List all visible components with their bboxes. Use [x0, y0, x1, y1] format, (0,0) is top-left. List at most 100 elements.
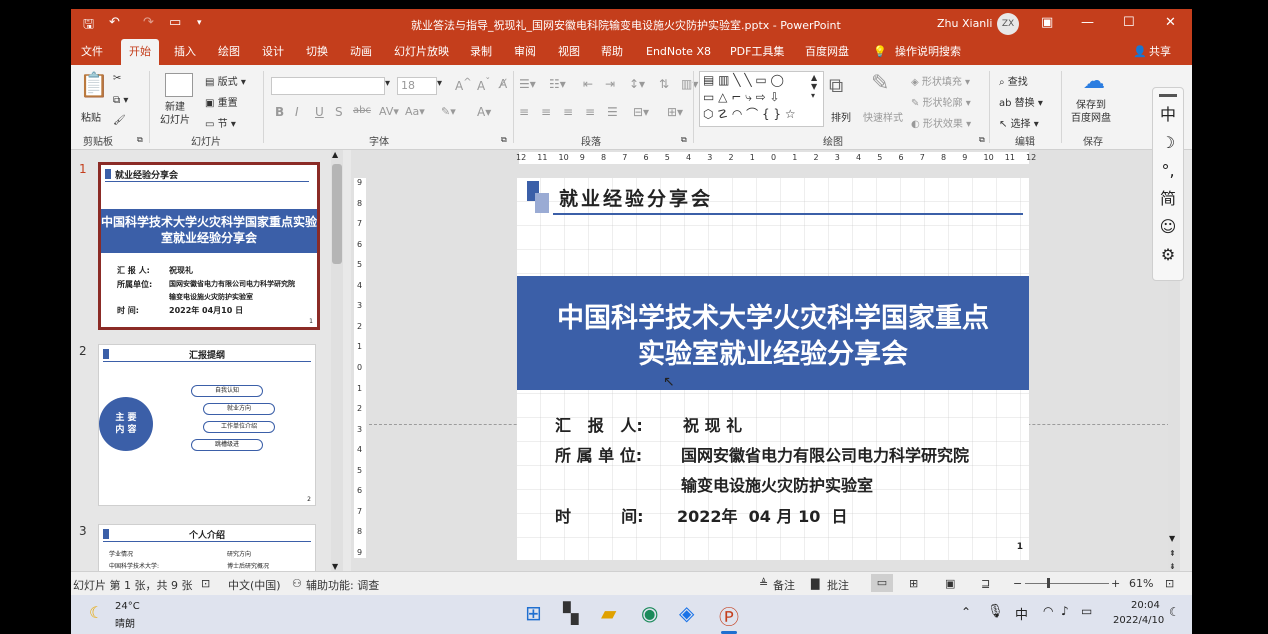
bullets-icon[interactable]: ☰▾: [519, 77, 536, 91]
increase-indent-icon[interactable]: ⇥: [605, 77, 615, 91]
layout-button[interactable]: ▤ 版式 ▾: [205, 73, 246, 88]
font-size-select[interactable]: 18: [397, 77, 437, 95]
dialog-launcher-icon[interactable]: ⧉: [681, 135, 687, 145]
minimize-icon[interactable]: —: [1081, 15, 1094, 30]
row-value-date[interactable]: 2022年 04 月 10 日: [677, 503, 848, 527]
chevron-down-icon[interactable]: ▾: [385, 78, 390, 89]
chevron-up-icon[interactable]: ⌃: [961, 605, 971, 619]
battery-icon[interactable]: ▭: [1081, 604, 1092, 618]
shapes-gallery[interactable]: ▤ ▥ ╲ ╲ ▭ ◯ ▭ △ ⌐ ⤷ ⇨ ⇩ ⬡ ☡ ◠ ⌒ { } ☆: [699, 71, 824, 127]
decrease-font-icon[interactable]: Aˇ: [477, 77, 490, 93]
temperature[interactable]: 24°C: [115, 601, 140, 612]
microphone-icon[interactable]: 🎙: [987, 604, 1004, 619]
slide-sorter-icon[interactable]: ⊞: [909, 577, 918, 590]
align-center-icon[interactable]: ≡: [541, 105, 551, 119]
tab-help[interactable]: 帮助: [601, 39, 623, 65]
dialog-launcher-icon[interactable]: ⧉: [979, 135, 985, 145]
tell-me-search[interactable]: 操作说明搜索: [895, 39, 961, 65]
notes-icon[interactable]: ≜: [759, 577, 768, 590]
start-icon[interactable]: ⊞: [525, 601, 542, 625]
moon-icon[interactable]: ☽: [1153, 129, 1183, 157]
find-button[interactable]: ⌕ 查找: [999, 73, 1028, 88]
notifications-icon[interactable]: ☾: [1169, 605, 1180, 619]
slide-header[interactable]: 就业经验分享会: [559, 184, 713, 211]
comments-icon[interactable]: ▇: [811, 577, 819, 590]
slideshow-icon[interactable]: ⊒: [981, 577, 990, 590]
copy-icon[interactable]: ⧉ ▾: [113, 95, 128, 106]
baidu-netdisk-icon[interactable]: ◈: [679, 601, 694, 625]
save-icon[interactable]: 🖫: [83, 15, 94, 37]
columns-icon[interactable]: ▥▾: [681, 77, 698, 91]
powerpoint-icon[interactable]: Ⓟ: [719, 601, 739, 630]
increase-font-icon[interactable]: A^: [455, 77, 472, 93]
row-label-organization[interactable]: 所 属 单 位:: [555, 442, 642, 466]
arrange-button[interactable]: 排列: [831, 109, 851, 124]
wifi-icon[interactable]: ◠: [1043, 604, 1053, 618]
weather-condition[interactable]: 晴朗: [115, 615, 135, 630]
avatar[interactable]: ZX: [997, 13, 1019, 35]
thumbnails-scrollbar[interactable]: ▲ ▼: [331, 150, 343, 571]
task-view-icon[interactable]: ▚: [563, 601, 578, 625]
shape-fill-button[interactable]: ◈ 形状填充 ▾: [911, 73, 970, 88]
paste-button[interactable]: 粘贴: [81, 109, 101, 124]
notes-button[interactable]: 备注: [773, 577, 795, 593]
zoom-in-icon[interactable]: +: [1111, 577, 1120, 590]
title-banner[interactable]: 中国科学技术大学火灾科学国家重点 实验室就业经验分享会: [517, 276, 1029, 390]
shape-effects-button[interactable]: ◐ 形状效果 ▾: [911, 115, 971, 130]
settings-icon[interactable]: ⚙: [1153, 241, 1183, 269]
align-left-icon[interactable]: ≡: [519, 105, 529, 119]
tab-animations[interactable]: 动画: [350, 39, 372, 65]
tab-transitions[interactable]: 切换: [306, 39, 328, 65]
dialog-launcher-icon[interactable]: ⧉: [501, 135, 507, 145]
section-button[interactable]: ▭ 节 ▾: [205, 115, 236, 130]
font-name-select[interactable]: [271, 77, 385, 95]
emoji-icon[interactable]: ☺: [1153, 213, 1183, 241]
slide-canvas[interactable]: 就业经验分享会 中国科学技术大学火灾科学国家重点 实验室就业经验分享会 ↖ 汇 …: [517, 178, 1029, 560]
slide-count[interactable]: 幻灯片 第 1 张，共 9 张: [73, 577, 192, 593]
scrollbar-thumb[interactable]: [332, 164, 342, 264]
tab-file[interactable]: 文件: [81, 39, 103, 65]
redo-icon[interactable]: ↷: [143, 15, 154, 30]
smartart-icon[interactable]: ⊞▾: [667, 105, 683, 119]
spell-check-icon[interactable]: ⊡: [201, 577, 210, 590]
horizontal-ruler[interactable]: 12 11 10 9 8 7 6 5 4 3 2 1 0 1 2 3 4 5 6 7 8 9 10 11 12: [516, 152, 1036, 164]
share-icon[interactable]: 👤: [1133, 39, 1147, 65]
fit-to-window-icon[interactable]: ⊡: [1165, 577, 1174, 590]
ime-chinese-mode[interactable]: 中: [1153, 101, 1183, 129]
tab-insert[interactable]: 插入: [174, 39, 196, 65]
weather-icon[interactable]: ☾: [89, 603, 103, 622]
zoom-slider-handle[interactable]: [1047, 578, 1050, 588]
vertical-ruler[interactable]: 9 8 7 6 5 4 3 2 1 0 1 2 3 4 5 6 7 8 9: [354, 178, 366, 558]
scroll-down-icon[interactable]: ▼: [1169, 534, 1175, 543]
shape-outline-button[interactable]: ✎ 形状轮廓 ▾: [911, 94, 971, 109]
tab-record[interactable]: 录制: [470, 39, 492, 65]
align-text-icon[interactable]: ⊟▾: [633, 105, 649, 119]
next-slide-icon[interactable]: ⇟: [1169, 562, 1176, 571]
normal-view-icon[interactable]: ▭: [871, 574, 893, 592]
zoom-out-icon[interactable]: −: [1013, 577, 1022, 590]
tab-slideshow[interactable]: 幻灯片放映: [394, 39, 449, 65]
tab-pdf-tools[interactable]: PDF工具集: [730, 39, 784, 65]
zoom-level[interactable]: 61%: [1129, 577, 1153, 590]
justify-icon[interactable]: ≡: [585, 105, 595, 119]
scroll-down-icon[interactable]: ▼: [332, 562, 338, 571]
new-slide-icon[interactable]: [165, 73, 193, 97]
clock-time[interactable]: 20:04: [1131, 600, 1160, 611]
row-value-organization[interactable]: 国网安徽省电力有限公司电力科学研究院: [681, 442, 969, 466]
format-painter-icon[interactable]: 🖌: [113, 115, 126, 126]
new-slide-button[interactable]: 新建 幻灯片: [160, 101, 190, 127]
slide-title-line-1[interactable]: 中国科学技术大学火灾科学国家重点: [517, 296, 1029, 335]
zoom-slider[interactable]: [1025, 578, 1109, 588]
ime-simplified[interactable]: 简: [1153, 185, 1183, 213]
ime-drag-handle[interactable]: [1159, 94, 1177, 97]
undo-icon[interactable]: ↶: [109, 15, 120, 30]
tab-draw[interactable]: 绘图: [218, 39, 240, 65]
line-spacing-icon[interactable]: ↕▾: [629, 77, 645, 91]
numbering-icon[interactable]: ☷▾: [549, 77, 566, 91]
tab-baidu-netdisk[interactable]: 百度网盘: [805, 39, 849, 65]
decrease-indent-icon[interactable]: ⇤: [583, 77, 593, 91]
thumbnail-slide-1[interactable]: 就业经验分享会 中国科学技术大学火灾科学国家重点实验室就业经验分享会 汇 报 人…: [98, 162, 320, 330]
clear-formatting-icon[interactable]: A̸: [499, 77, 507, 91]
slide-title-line-2[interactable]: 实验室就业经验分享会: [517, 332, 1029, 371]
shadow-icon[interactable]: S: [335, 105, 343, 119]
